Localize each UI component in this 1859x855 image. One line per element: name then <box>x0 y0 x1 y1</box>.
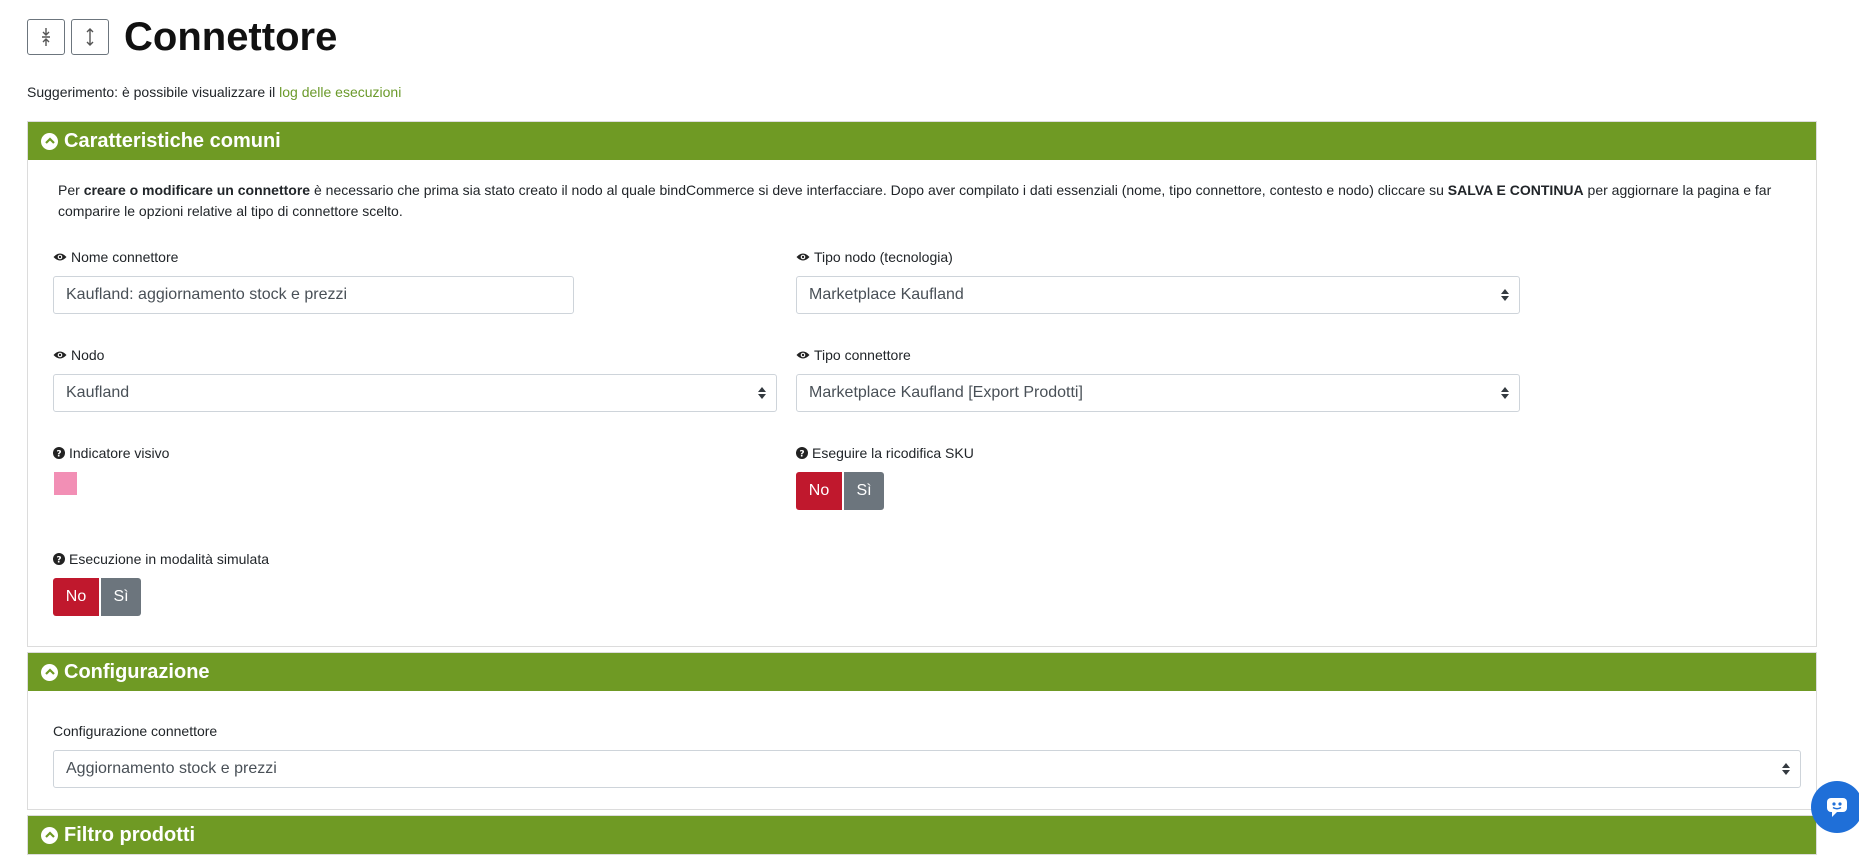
configuration-header[interactable]: Configurazione <box>28 653 1816 691</box>
select-arrows-icon <box>1501 386 1509 405</box>
chat-bot-icon <box>1827 798 1847 817</box>
connector-name-label-text: Nome connettore <box>71 249 179 265</box>
node-type-label-text: Tipo nodo (tecnologia) <box>814 249 953 265</box>
tip-prefix: Suggerimento: è possibile visualizzare i… <box>27 84 280 100</box>
configuration-card: Configurazione Configurazione connettore… <box>27 652 1817 810</box>
simulated-mode-label-text: Esecuzione in modalità simulata <box>69 551 269 567</box>
simulated-mode-no-button[interactable]: No <box>53 578 99 616</box>
connector-name-label: Nome connettore <box>53 249 178 265</box>
connector-name-input[interactable]: Kaufland: aggiornamento stock e prezzi <box>53 276 574 314</box>
simulated-mode-label: ? Esecuzione in modalità simulata <box>53 551 269 567</box>
desc-bold-2: SALVA E CONTINUA <box>1447 182 1584 198</box>
eye-icon <box>53 350 67 360</box>
connector-type-label-text: Tipo connettore <box>814 347 911 363</box>
connector-type-select[interactable]: Marketplace Kaufland [Export Prodotti] <box>796 374 1520 412</box>
select-arrows-icon <box>1501 288 1509 307</box>
sku-recode-no-button[interactable]: No <box>796 472 842 510</box>
connector-name-value: Kaufland: aggiornamento stock e prezzi <box>66 286 348 303</box>
visual-indicator-color-swatch[interactable] <box>54 472 77 495</box>
desc-part-2: è necessario che prima sia stato creato … <box>310 182 1448 198</box>
eye-icon <box>796 350 810 360</box>
node-label: Nodo <box>53 347 104 363</box>
connector-config-select[interactable]: Aggiornamento stock e prezzi <box>53 750 1801 788</box>
collapse-all-button[interactable] <box>27 19 65 55</box>
common-features-card: Caratteristiche comuni Per creare o modi… <box>27 121 1817 647</box>
collapse-arrows-icon <box>42 28 50 46</box>
sku-recode-label-text: Eseguire la ricodifica SKU <box>812 445 974 461</box>
page-header: Connettore <box>27 15 337 59</box>
desc-bold-1: creare o modificare un connettore <box>83 182 311 198</box>
visual-indicator-label-text: Indicatore visivo <box>69 445 170 461</box>
expand-all-button[interactable] <box>71 19 109 55</box>
node-type-label: Tipo nodo (tecnologia) <box>796 249 953 265</box>
connector-config-value: Aggiornamento stock e prezzi <box>66 760 277 777</box>
node-value: Kaufland <box>66 384 130 401</box>
eye-icon <box>796 252 810 262</box>
product-filter-title: Filtro prodotti <box>64 823 196 846</box>
question-circle-icon: ? <box>53 447 65 459</box>
desc-part-1: Per <box>58 182 84 198</box>
connector-description: Per creare o modificare un connettore è … <box>58 180 1778 222</box>
expand-arrows-icon <box>86 28 94 46</box>
select-arrows-icon <box>758 386 766 405</box>
question-circle-icon: ? <box>53 553 65 565</box>
simulated-mode-toggle: No Sì <box>53 578 141 616</box>
common-features-header[interactable]: Caratteristiche comuni <box>28 122 1816 160</box>
product-filter-card: Filtro prodotti <box>27 815 1817 855</box>
connector-config-label: Configurazione connettore <box>53 723 217 739</box>
svg-text:?: ? <box>56 555 61 565</box>
node-type-value: Marketplace Kaufland <box>809 286 964 303</box>
page-title: Connettore <box>124 15 338 59</box>
simulated-mode-yes-button[interactable]: Sì <box>101 578 141 616</box>
configuration-title: Configurazione <box>64 660 210 683</box>
node-label-text: Nodo <box>71 347 105 363</box>
connector-type-value: Marketplace Kaufland [Export Prodotti] <box>809 384 1083 401</box>
node-select[interactable]: Kaufland <box>53 374 777 412</box>
svg-text:?: ? <box>799 449 804 459</box>
eye-icon <box>53 252 67 262</box>
svg-text:?: ? <box>56 449 61 459</box>
visual-indicator-label: ? Indicatore visivo <box>53 445 169 461</box>
product-filter-header[interactable]: Filtro prodotti <box>28 816 1816 854</box>
sku-recode-toggle: No Sì <box>796 472 884 510</box>
chat-widget-button[interactable] <box>1811 781 1859 833</box>
chevron-up-icon <box>41 663 58 681</box>
execution-log-link[interactable]: log delle esecuzioni <box>279 84 401 100</box>
connector-type-label: Tipo connettore <box>796 347 911 363</box>
tip-text: Suggerimento: è possibile visualizzare i… <box>27 84 401 100</box>
common-features-title: Caratteristiche comuni <box>64 129 281 152</box>
select-arrows-icon <box>1782 762 1790 781</box>
sku-recode-yes-button[interactable]: Sì <box>844 472 884 510</box>
chevron-up-icon <box>41 132 58 150</box>
question-circle-icon: ? <box>796 447 808 459</box>
sku-recode-label: ? Eseguire la ricodifica SKU <box>796 445 974 461</box>
chevron-up-icon <box>41 826 58 844</box>
connector-config-label-text: Configurazione connettore <box>53 723 218 739</box>
node-type-select[interactable]: Marketplace Kaufland <box>796 276 1520 314</box>
